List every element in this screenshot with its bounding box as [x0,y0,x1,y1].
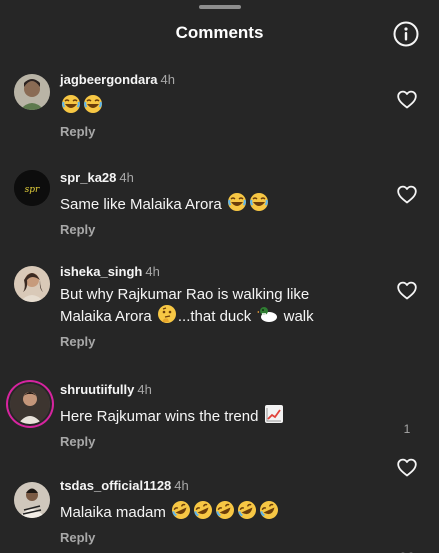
comment-text: Malaika madam [60,500,379,522]
avatar[interactable] [14,74,50,110]
reply-button[interactable]: Reply [60,434,379,449]
comment-text-segment: walk [283,308,314,325]
avatar[interactable] [14,266,50,302]
grinning-tears-emoji-icon [61,94,81,114]
comment-username[interactable]: jagbeergondara [60,72,158,87]
comment-username[interactable]: shruutiifully [60,382,134,397]
avatar[interactable] [10,384,50,424]
page-title: Comments [175,23,264,42]
info-icon[interactable] [393,21,419,47]
comment-text: But why Rajkumar Rao is walking like Mal… [60,286,389,326]
sheet-drag-handle[interactable] [199,5,241,9]
rofl-emoji-icon [237,500,258,520]
comment-text-segment: Malaika Arora [60,308,152,325]
rofl-emoji-icon [171,500,192,520]
grinning-tears-emoji-icon [226,192,247,212]
comment-item: spr spr_ka28 4h Same like Malaika Arora R… [0,160,439,258]
thinking-emoji-icon [157,304,177,324]
reply-button[interactable]: Reply [60,222,379,237]
comment-timestamp: 4h [160,72,175,87]
comments-header: Comments [0,0,439,64]
comment-timestamp: 4h [119,170,134,185]
comment-text-segment: ...that duck [177,308,252,325]
comment-text-segment: Malaika madam [60,504,166,521]
grinning-tears-emoji-icon [248,192,269,212]
rofl-emoji-icon [193,500,214,520]
comment-text-segment: But why Rajkumar Rao is walking like [60,286,310,303]
avatar[interactable] [14,482,50,518]
reply-button[interactable]: Reply [60,334,389,349]
comment-timestamp: 4h [174,478,189,493]
svg-text:spr: spr [25,185,40,195]
heart-icon[interactable] [397,90,417,109]
comment-item: tsdas_official1128 4h Malaika madam Reply [0,472,439,553]
duck-emoji-icon [256,306,279,323]
comment-item: shruutiifully 4h Here Rajkumar wins the t… [0,376,439,477]
chart-increasing-emoji-icon [263,404,284,424]
grinning-tears-emoji-icon [83,94,103,114]
avatar[interactable]: spr [14,170,50,206]
comment-timestamp: 4h [137,382,152,397]
comment-item: isheka_singh 4h But why Rajkumar Rao is w… [0,258,439,376]
comment-text [60,94,379,116]
comment-username[interactable]: isheka_singh [60,264,142,279]
heart-icon[interactable] [397,185,417,204]
reply-button[interactable]: Reply [60,530,379,545]
comment-text: Here Rajkumar wins the trend [60,404,379,426]
comment-username[interactable]: tsdas_official1128 [60,478,171,493]
comment-timestamp: 4h [145,264,160,279]
comment-text-segment: Same like Malaika Arora [60,196,222,213]
heart-icon[interactable] [397,281,417,300]
reply-button[interactable]: Reply [60,124,379,139]
rofl-emoji-icon [259,500,280,520]
rofl-emoji-icon [215,500,236,520]
comment-text: Same like Malaika Arora [60,192,379,214]
comment-username[interactable]: spr_ka28 [60,170,116,185]
comment-item: jagbeergondara 4h Reply [0,64,439,160]
like-count: 1 [403,422,411,436]
comment-text-segment: Here Rajkumar wins the trend [60,408,259,425]
